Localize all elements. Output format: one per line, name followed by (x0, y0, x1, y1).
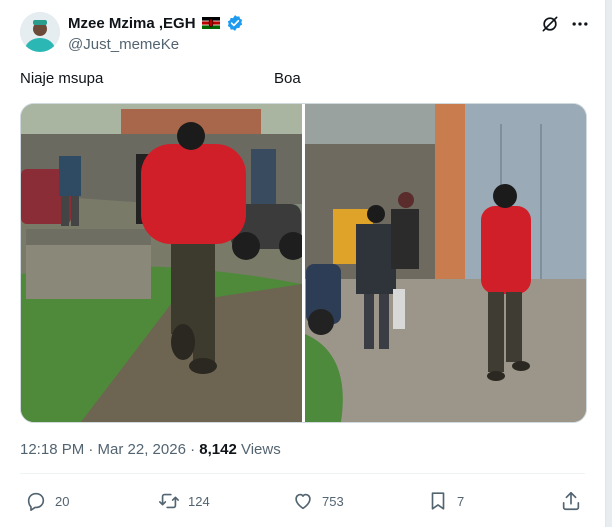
caption-left: Niaje msupa (20, 70, 104, 87)
tweet-card: Mzee Mzima ,EGH @Just_memeKe Niaje msupa… (0, 0, 606, 527)
left-photo (21, 104, 307, 422)
share-button[interactable] (560, 490, 582, 512)
repost-count: 124 (188, 493, 210, 509)
reply-count: 20 (55, 493, 70, 509)
share-icon (562, 491, 580, 511)
kenya-flag-icon (201, 17, 220, 29)
verified-badge-icon (227, 15, 242, 31)
grok-icon[interactable] (540, 14, 560, 34)
avatar[interactable] (20, 12, 60, 52)
author-name-row[interactable]: Mzee Mzima ,EGH (68, 14, 244, 32)
tweet-meta: 12:18 PM · Mar 22, 2026 · 8,142 Views (20, 441, 281, 458)
repost-icon (159, 493, 179, 509)
repost-button[interactable]: 124 (158, 490, 210, 512)
reply-icon (27, 492, 45, 511)
like-button[interactable]: 753 (292, 490, 344, 512)
author-handle[interactable]: @Just_memeKe (68, 36, 179, 53)
bookmark-button[interactable]: 7 (427, 490, 464, 512)
media-image[interactable] (20, 103, 587, 423)
like-count: 753 (322, 493, 344, 509)
more-options-icon[interactable] (570, 14, 590, 34)
views-count: 8,142 (199, 441, 237, 458)
caption-right: Boa (274, 70, 301, 87)
bookmark-icon (431, 492, 445, 510)
heart-icon (295, 493, 311, 510)
bookmark-count: 7 (457, 493, 465, 509)
divider (20, 473, 585, 474)
tweet-timestamp[interactable]: 12:18 PM · Mar 22, 2026 · (20, 441, 199, 458)
reply-button[interactable]: 20 (25, 490, 69, 512)
right-photo (305, 104, 586, 422)
author-display-name[interactable]: Mzee Mzima ,EGH (68, 15, 196, 32)
views-label: Views (236, 441, 281, 458)
